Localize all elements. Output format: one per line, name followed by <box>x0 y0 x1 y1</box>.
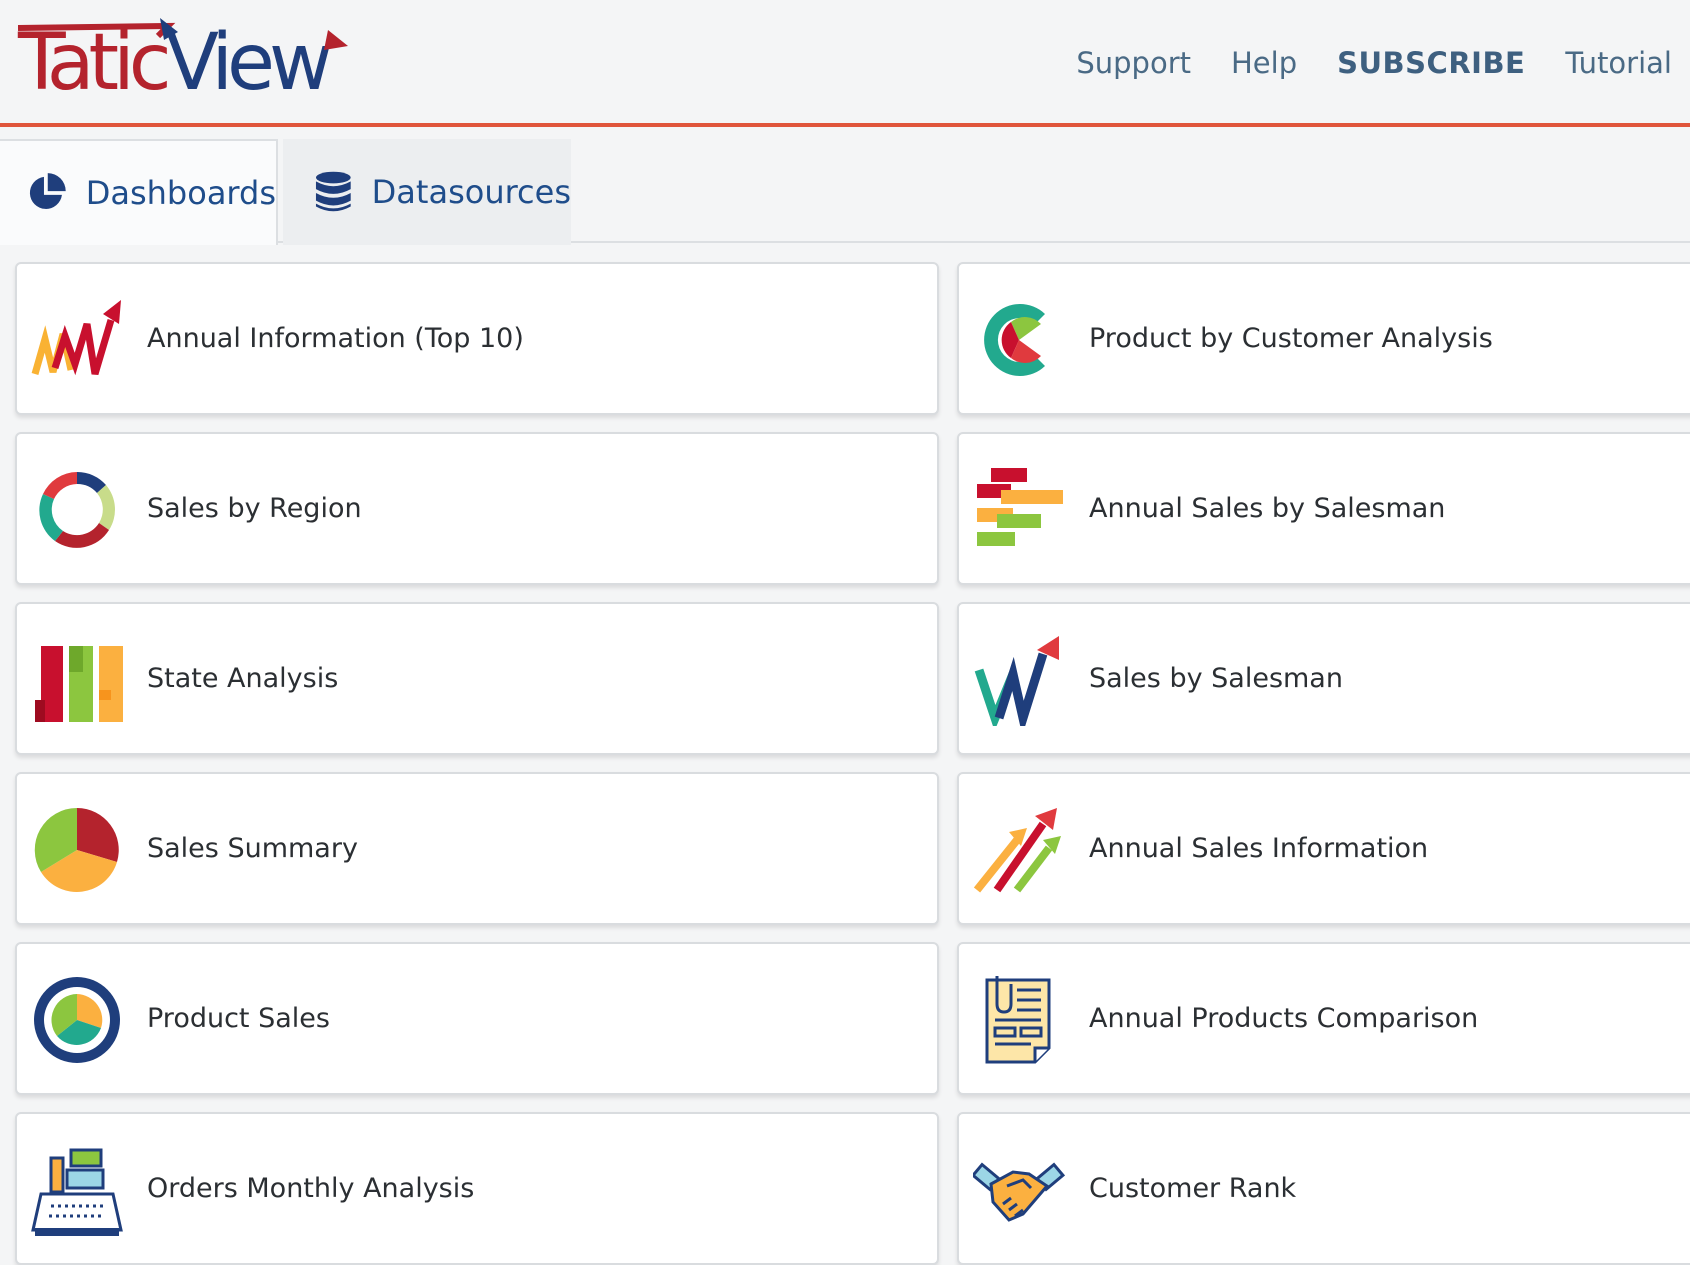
dashboard-card[interactable]: Sales Summary <box>15 772 939 925</box>
gantt-bars-icon <box>977 468 1063 546</box>
dashboard-title: State Analysis <box>147 663 339 694</box>
subscribe-link[interactable]: SUBSCRIBE <box>1337 46 1525 80</box>
dashboard-card[interactable]: Product Sales <box>15 942 939 1095</box>
dashboard-title: Annual Sales Information <box>1089 833 1429 864</box>
bar-chart-icon <box>35 646 123 722</box>
dashboard-title: Annual Products Comparison <box>1089 1003 1479 1034</box>
dashboard-card[interactable]: Annual Sales by Salesman <box>957 432 1690 585</box>
dashboard-title: Sales Summary <box>147 833 358 864</box>
donut-chart-icon <box>39 471 115 548</box>
pie-chart-icon <box>34 807 119 892</box>
tab-dashboards[interactable]: Dashboards <box>0 139 278 245</box>
trend-arrow-icon <box>31 300 121 376</box>
dashboard-card[interactable]: State Analysis <box>15 602 939 755</box>
rising-arrows-icon <box>973 808 1061 893</box>
taticview-logo[interactable]: TaticView <box>18 18 358 108</box>
database-icon <box>315 171 351 212</box>
document-icon <box>985 976 1051 1064</box>
logo-swoosh-icon <box>18 18 348 50</box>
tab-datasources[interactable]: Datasources <box>283 139 571 245</box>
tab-bar: Dashboards Datasources <box>0 127 1690 245</box>
dashboard-card[interactable]: Annual Products Comparison <box>957 942 1690 1095</box>
dashboard-title: Customer Rank <box>1089 1173 1297 1204</box>
dashboard-card[interactable]: Customer Rank <box>957 1112 1690 1265</box>
dashboard-card[interactable]: Sales by Salesman <box>957 602 1690 755</box>
dashboard-title: Orders Monthly Analysis <box>147 1173 475 1204</box>
dashboard-title: Sales by Salesman <box>1089 663 1343 694</box>
dashboard-card[interactable]: Orders Monthly Analysis <box>15 1112 939 1265</box>
dashboard-card[interactable]: Product by Customer Analysis <box>957 262 1690 415</box>
dashboard-title: Sales by Region <box>147 493 362 524</box>
c-pie-icon <box>984 304 1045 376</box>
tab-dashboards-label: Dashboards <box>85 174 276 212</box>
circle-pie-icon <box>34 977 120 1063</box>
support-link[interactable]: Support <box>1076 46 1191 80</box>
dashboard-title: Product Sales <box>147 1003 330 1034</box>
cash-register-icon <box>31 1148 123 1236</box>
top-nav: Support Help SUBSCRIBE Tutorial <box>1076 38 1672 88</box>
w-arrow-icon <box>974 636 1059 726</box>
tab-datasources-label: Datasources <box>371 173 571 211</box>
dashboard-card[interactable]: Sales by Region <box>15 432 939 585</box>
top-header: TaticView Support Help SUBSCRIBE Tutoria… <box>0 0 1690 127</box>
dashboard-title: Annual Sales by Salesman <box>1089 493 1446 524</box>
tutorial-link[interactable]: Tutorial <box>1565 46 1672 80</box>
pie-chart-icon <box>29 173 66 209</box>
dashboard-title: Annual Information (Top 10) <box>147 323 524 354</box>
help-link[interactable]: Help <box>1231 46 1297 80</box>
handshake-icon <box>973 1162 1065 1222</box>
dashboard-card[interactable]: Annual Information (Top 10) <box>15 262 939 415</box>
dashboard-card[interactable]: Annual Sales Information <box>957 772 1690 925</box>
dashboard-title: Product by Customer Analysis <box>1089 323 1493 354</box>
